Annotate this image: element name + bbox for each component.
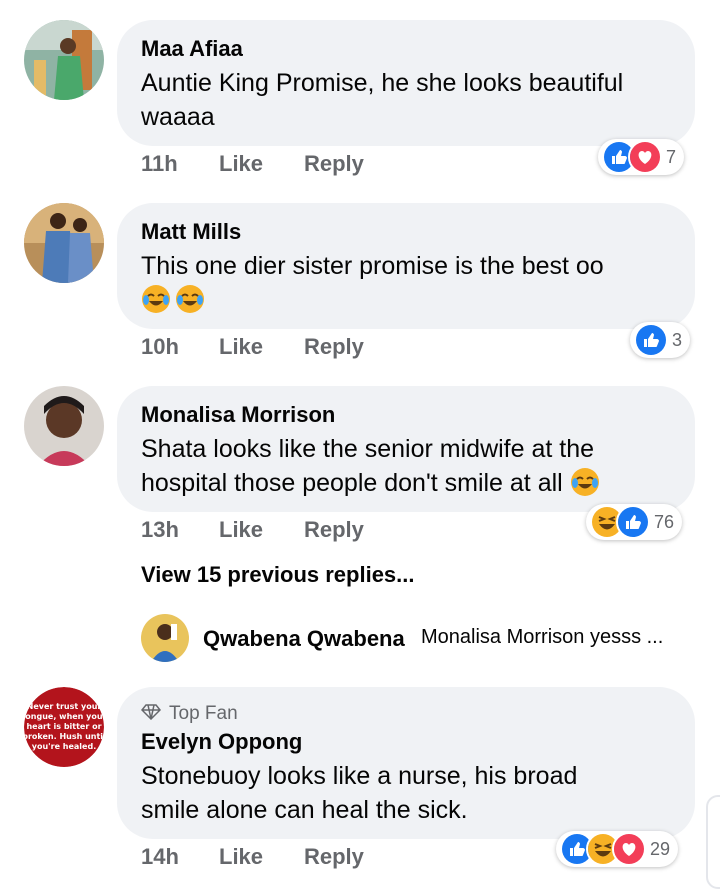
reaction-count: 7 — [666, 146, 677, 167]
comment-bubble: Monalisa Morrison Shata looks like the s… — [117, 386, 695, 512]
comment-time[interactable]: 13h — [141, 517, 179, 543]
avatar-text-line: Never trust your — [27, 702, 102, 711]
view-previous-replies-link[interactable]: View 15 previous replies... — [141, 562, 415, 588]
comment-bubble: Matt Mills This one dier sister promise … — [117, 203, 695, 329]
top-fan-label: Top Fan — [169, 703, 238, 724]
comment-bubble: Maa Afiaa Auntie King Promise, he she lo… — [117, 20, 695, 146]
comment-text-line2-wrap: hospital those people don't smile at all — [141, 466, 604, 500]
comment-time[interactable]: 11h — [141, 151, 178, 177]
tears-of-joy-emoji — [141, 284, 171, 314]
like-icon — [634, 323, 668, 357]
like-button[interactable]: Like — [219, 334, 263, 360]
avatar[interactable]: Never trust your tongue, when your heart… — [24, 687, 104, 767]
reply-author[interactable]: Qwabena Qwabena — [203, 626, 405, 652]
avatar-text-line: tongue, when your — [24, 712, 104, 721]
avatar[interactable] — [24, 203, 104, 283]
avatar-text-line: you're healed. — [32, 742, 96, 751]
love-icon — [628, 140, 662, 174]
comment-text-line1: This one dier sister promise is the best… — [141, 252, 604, 280]
reaction-summary[interactable]: 7 — [598, 139, 685, 175]
reaction-summary[interactable]: 29 — [556, 831, 679, 867]
reaction-count: 29 — [650, 838, 671, 859]
reaction-summary[interactable]: 76 — [586, 504, 683, 540]
reply-button[interactable]: Reply — [304, 151, 364, 177]
comment-text-line2: waaaa — [141, 103, 215, 131]
comment-time[interactable]: 14h — [141, 844, 179, 870]
comment-author[interactable]: Matt Mills — [141, 219, 241, 245]
comment-text-line1: Auntie King Promise, he she looks beauti… — [141, 69, 624, 97]
tears-of-joy-emoji — [570, 467, 600, 497]
reaction-summary[interactable]: 3 — [630, 322, 691, 358]
like-button[interactable]: Like — [219, 517, 263, 543]
comment-text-line2: hospital those people don't smile at all — [141, 469, 563, 497]
comment-author[interactable]: Monalisa Morrison — [141, 402, 335, 428]
comment-text-line1: Shata looks like the senior midwife at t… — [141, 435, 595, 463]
comment-author[interactable]: Evelyn Oppong — [141, 729, 302, 755]
diamond-icon — [140, 704, 162, 721]
reaction-count: 3 — [672, 329, 683, 350]
comment-text-line1: Stonebuoy looks like a nurse, his broad — [141, 762, 578, 790]
reply-button[interactable]: Reply — [304, 334, 364, 360]
comment-time[interactable]: 10h — [141, 334, 179, 360]
avatar-text-line: heart is bitter or — [26, 722, 101, 731]
comment-emoji-line — [141, 283, 209, 317]
love-icon — [612, 832, 646, 866]
avatar[interactable] — [24, 386, 104, 466]
tears-of-joy-emoji — [175, 284, 205, 314]
top-fan-badge[interactable]: Top Fan — [140, 703, 238, 725]
like-icon — [616, 505, 650, 539]
comment-bubble: Top Fan Evelyn Oppong Stonebuoy looks li… — [117, 687, 695, 839]
avatar[interactable] — [141, 614, 189, 662]
reaction-count: 76 — [654, 511, 675, 532]
comment-text-line2: smile alone can heal the sick. — [141, 796, 468, 824]
like-button[interactable]: Like — [219, 151, 263, 177]
comment-author[interactable]: Maa Afiaa — [141, 36, 243, 62]
like-button[interactable]: Like — [219, 844, 263, 870]
reply-button[interactable]: Reply — [304, 517, 364, 543]
reply-button[interactable]: Reply — [304, 844, 364, 870]
avatar[interactable] — [24, 20, 104, 100]
edge-card — [706, 795, 720, 889]
reply-text: Monalisa Morrison yesss ... — [421, 626, 664, 648]
reply-preview[interactable]: Qwabena Qwabena Monalisa Morrison yesss … — [141, 614, 711, 662]
avatar-text-line: broken. Hush until — [24, 732, 104, 741]
